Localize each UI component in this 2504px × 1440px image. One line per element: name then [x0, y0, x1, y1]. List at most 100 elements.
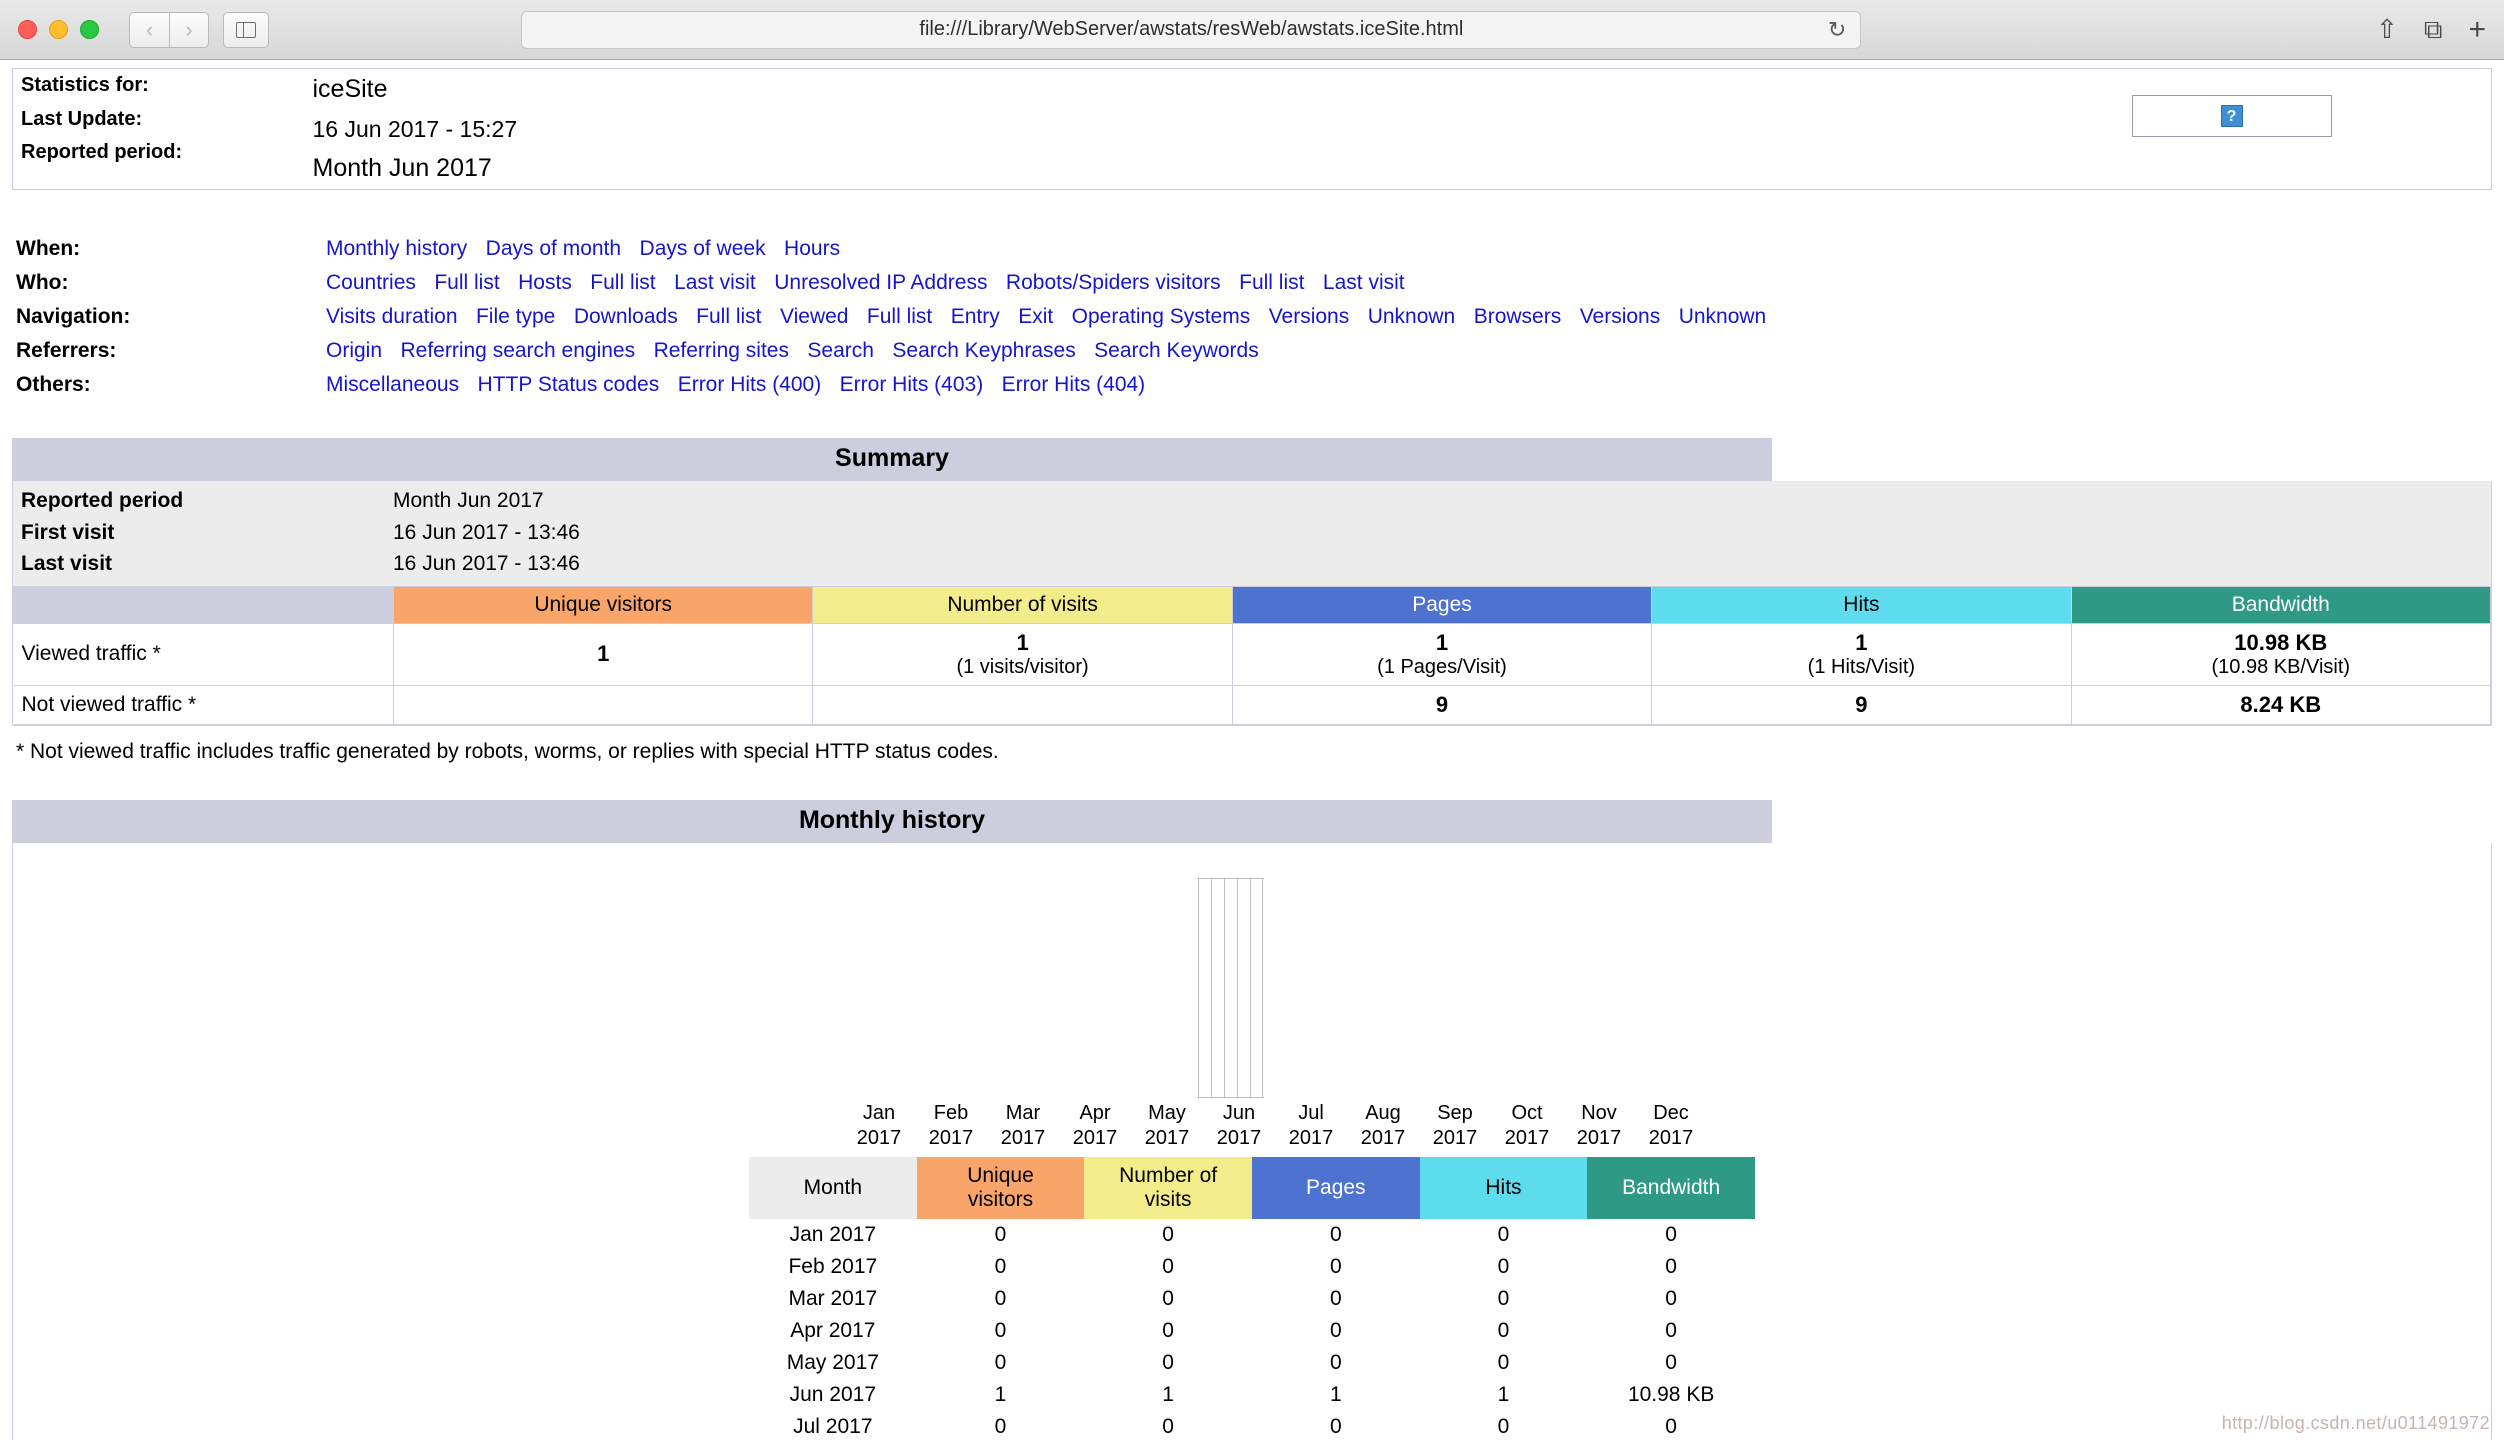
- forward-button[interactable]: ›: [169, 11, 209, 48]
- address-bar[interactable]: file:///Library/WebServer/awstats/resWeb…: [521, 10, 1862, 49]
- monthly-cell-pages: 1: [1329, 1382, 1342, 1406]
- summary-corner-cell: [13, 585, 394, 624]
- monthly-cell-hits: 0: [1497, 1318, 1510, 1342]
- monthly-cell-month: Jul 2017: [793, 1414, 873, 1438]
- chart-xtick-oct: Oct 2017: [1491, 1101, 1563, 1151]
- value-main: 1: [1435, 629, 1449, 655]
- table-row: Jan 2017 0 0 0 0 0: [749, 1219, 1755, 1251]
- summary-table-header-row: Unique visitors Number of visits Pages H…: [13, 585, 2492, 624]
- awstats-page: Statistics for: Last Update: Reported pe…: [0, 60, 2504, 1440]
- window-controls[interactable]: [18, 20, 99, 39]
- nav-link-browsers[interactable]: Browsers: [1474, 305, 1562, 328]
- reload-icon[interactable]: ↻: [1828, 17, 1846, 43]
- nav-link-referring-sites[interactable]: Referring sites: [654, 339, 789, 362]
- nav-link-error-hits-403[interactable]: Error Hits (403): [840, 373, 984, 396]
- nav-link-operating-systems[interactable]: Operating Systems: [1072, 305, 1251, 328]
- nav-link-downloads-full-list[interactable]: Full list: [696, 305, 761, 328]
- monthly-history-section: Jan 2017 Feb 2017 Mar 2017 Apr 2017 May …: [12, 842, 2492, 1440]
- nav-link-robots-last-visit[interactable]: Last visit: [1323, 271, 1405, 294]
- nav-link-days-of-month[interactable]: Days of month: [486, 237, 621, 260]
- nav-link-os-unknown[interactable]: Unknown: [1368, 305, 1456, 328]
- nav-link-hosts[interactable]: Hosts: [518, 271, 572, 294]
- value-sub: (10.98 KB/Visit): [2211, 655, 2351, 678]
- nav-link-countries[interactable]: Countries: [326, 271, 416, 294]
- chart-bar-number-of-visits: [1211, 878, 1224, 1097]
- monthly-cell-month: Mar 2017: [788, 1286, 878, 1310]
- xtick-year: 2017: [1360, 1126, 1406, 1149]
- nav-link-file-type[interactable]: File type: [476, 305, 555, 328]
- nav-link-error-hits-400[interactable]: Error Hits (400): [678, 373, 822, 396]
- nav-link-unresolved-ip-address[interactable]: Unresolved IP Address: [774, 271, 987, 294]
- nav-link-search[interactable]: Search: [807, 339, 874, 362]
- xtick-month: Oct: [1511, 1101, 1543, 1124]
- monthly-cell-visits: 0: [1162, 1350, 1174, 1374]
- chart-xtick-apr: Apr 2017: [1059, 1101, 1131, 1151]
- summary-footnote: * Not viewed traffic includes traffic ge…: [16, 739, 999, 763]
- chart-bar-pages: [1224, 878, 1237, 1097]
- nav-links-navigation: Visits duration File type Downloads Full…: [326, 300, 2492, 334]
- show-tabs-icon[interactable]: ⧉: [2424, 14, 2443, 46]
- monthly-cell-month: May 2017: [786, 1350, 879, 1374]
- chart-frame-bottom: [1198, 1096, 1264, 1098]
- stats-header-values: iceSite 16 Jun 2017 - 15:27 Month Jun 20…: [313, 69, 2132, 190]
- maximize-window-button[interactable]: [80, 20, 99, 39]
- nav-link-entry[interactable]: Entry: [951, 305, 1000, 328]
- nav-link-countries-full-list[interactable]: Full list: [434, 271, 499, 294]
- navigation-buttons[interactable]: ‹ ›: [129, 11, 209, 48]
- nav-link-days-of-week[interactable]: Days of week: [640, 237, 766, 260]
- nav-link-referring-search-engines[interactable]: Referring search engines: [400, 339, 635, 362]
- nav-link-viewed-full-list[interactable]: Full list: [867, 305, 932, 328]
- nav-link-search-keywords[interactable]: Search Keywords: [1094, 339, 1259, 362]
- nav-link-robots-full-list[interactable]: Full list: [1239, 271, 1304, 294]
- nav-link-hosts-full-list[interactable]: Full list: [590, 271, 655, 294]
- nav-link-exit[interactable]: Exit: [1018, 305, 1053, 328]
- chart-xtick-sep: Sep 2017: [1419, 1101, 1491, 1151]
- summary-col-pages: Pages: [1231, 585, 1653, 624]
- nav-link-hours[interactable]: Hours: [784, 237, 840, 260]
- monthly-col-pages: Pages: [1251, 1156, 1420, 1219]
- help-box[interactable]: ?: [2131, 95, 2332, 137]
- nav-link-monthly-history[interactable]: Monthly history: [326, 237, 467, 260]
- monthly-col-hits: Hits: [1419, 1156, 1588, 1219]
- help-icon[interactable]: ?: [2220, 105, 2243, 127]
- minimize-window-button[interactable]: [49, 20, 68, 39]
- monthly-cell-bandwidth: 0: [1665, 1318, 1677, 1342]
- monthly-cell-bandwidth: 0: [1665, 1222, 1677, 1246]
- nav-link-error-hits-404[interactable]: Error Hits (404): [1002, 373, 1146, 396]
- nav-link-origin[interactable]: Origin: [326, 339, 382, 362]
- monthly-col-month: Month: [749, 1156, 917, 1219]
- reported-period-label: Reported period:: [21, 141, 183, 164]
- xtick-year: 2017: [1288, 1126, 1334, 1149]
- nav-label-navigation: Navigation:: [16, 305, 131, 329]
- nav-link-miscellaneous[interactable]: Miscellaneous: [326, 373, 459, 396]
- nav-link-search-keyphrases[interactable]: Search Keyphrases: [892, 339, 1075, 362]
- monthly-col-bandwidth: Bandwidth: [1587, 1156, 1755, 1219]
- monthly-cell-visits: 0: [1162, 1414, 1174, 1438]
- summary-info-row: Reported period Month Jun 2017: [13, 485, 2491, 517]
- nav-link-http-status-codes[interactable]: HTTP Status codes: [478, 373, 660, 396]
- nav-link-browser-unknown[interactable]: Unknown: [1679, 305, 1767, 328]
- chart-bars: [1198, 878, 1263, 1097]
- nav-link-os-versions[interactable]: Versions: [1269, 305, 1350, 328]
- nav-label-others: Others:: [16, 373, 91, 397]
- sidebar-toggle-button[interactable]: [223, 11, 269, 48]
- new-tab-icon[interactable]: +: [2468, 13, 2486, 47]
- chart-xtick-nov: Nov 2017: [1563, 1101, 1635, 1151]
- nav-link-visits-duration[interactable]: Visits duration: [326, 305, 458, 328]
- nav-link-robots-spiders-visitors[interactable]: Robots/Spiders visitors: [1006, 271, 1221, 294]
- nav-link-downloads[interactable]: Downloads: [574, 305, 678, 328]
- monthly-cell-month: Apr 2017: [790, 1318, 876, 1342]
- monthly-cell-unique: 0: [994, 1286, 1007, 1310]
- close-window-button[interactable]: [18, 20, 37, 39]
- nav-link-hosts-last-visit[interactable]: Last visit: [674, 271, 756, 294]
- back-button[interactable]: ‹: [129, 11, 169, 48]
- monthly-cell-bandwidth: 0: [1665, 1286, 1677, 1310]
- share-icon[interactable]: ⇧: [2376, 14, 2398, 45]
- nav-links-when: Monthly history Days of month Days of we…: [326, 232, 2492, 266]
- table-row: May 2017 0 0 0 0 0: [749, 1347, 1755, 1379]
- browser-toolbar: ‹ › file:///Library/WebServer/awstats/re…: [0, 0, 2504, 60]
- statistics-for-value: iceSite: [312, 75, 388, 103]
- nav-link-browser-versions[interactable]: Versions: [1580, 305, 1661, 328]
- nav-link-viewed[interactable]: Viewed: [780, 305, 849, 328]
- monthly-cell-hits: 0: [1497, 1222, 1510, 1246]
